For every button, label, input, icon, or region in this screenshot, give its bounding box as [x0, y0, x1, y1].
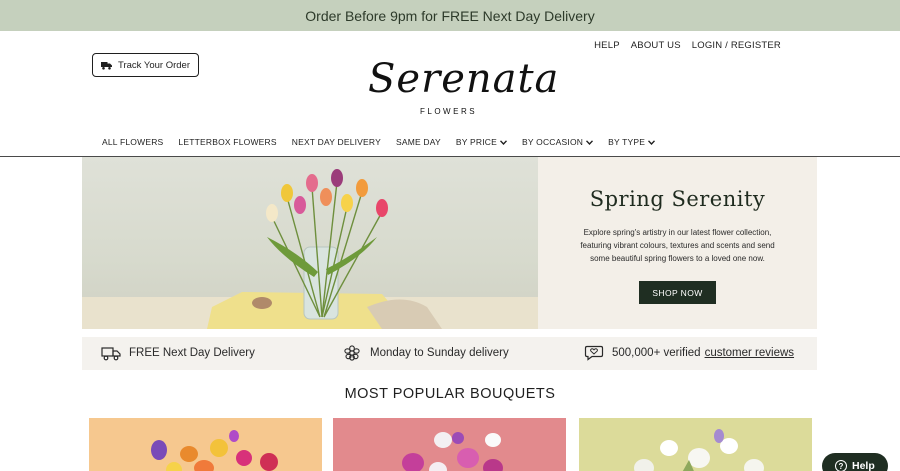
bouquet-card[interactable]: [579, 418, 812, 471]
nav-all-flowers[interactable]: ALL FLOWERS: [102, 137, 163, 147]
nav-next-day-delivery[interactable]: NEXT DAY DELIVERY: [292, 137, 381, 147]
bouquet-image: [634, 429, 764, 471]
usp-days-text: Monday to Sunday delivery: [370, 347, 509, 359]
truck-icon: [101, 61, 112, 70]
track-order-button[interactable]: Track Your Order: [92, 53, 199, 77]
help-button[interactable]: ? Help: [822, 453, 888, 471]
flower-icon: [344, 345, 360, 361]
promo-text: Order Before 9pm for FREE Next Day Deliv…: [305, 7, 595, 24]
nav-label: ALL FLOWERS: [102, 137, 164, 147]
usp-days: Monday to Sunday delivery: [342, 345, 509, 361]
usp-reviews: 500,000+ verified customer reviews: [584, 345, 794, 361]
nav-same-day[interactable]: SAME DAY: [396, 137, 441, 147]
usp-delivery: FREE Next Day Delivery: [101, 345, 255, 361]
serenata-logo[interactable]: Serenata FLOWERS: [360, 56, 558, 118]
logo-subtitle: FLOWERS: [420, 107, 478, 116]
nav-by-type[interactable]: BY TYPE: [608, 137, 656, 147]
hero-banner: Spring Serenity Explore spring's artistr…: [82, 157, 817, 329]
section-title: MOST POPULAR BOUQUETS: [344, 386, 556, 402]
hero-title: Spring Serenity: [589, 187, 766, 211]
nav-by-price[interactable]: BY PRICE: [455, 137, 508, 147]
customer-reviews-link[interactable]: customer reviews: [705, 347, 794, 359]
main-nav: ALL FLOWERS LETTERBOX FLOWERS NEXT DAY D…: [102, 137, 656, 147]
nav-label: BY TYPE: [608, 137, 646, 147]
top-links: HELP ABOUT US LOGIN / REGISTER: [594, 40, 781, 51]
chevron-down-icon: [500, 139, 508, 145]
track-order-label: Track Your Order: [118, 59, 190, 71]
shop-now-button[interactable]: SHOP NOW: [639, 281, 716, 304]
help-label: Help: [852, 460, 875, 471]
bouquet-image: [151, 430, 278, 471]
nav-label: BY OCCASION: [522, 137, 584, 147]
usp-delivery-text: FREE Next Day Delivery: [129, 347, 255, 359]
nav-label: SAME DAY: [395, 137, 441, 147]
help-link[interactable]: HELP: [594, 40, 620, 51]
bouquet-card[interactable]: [89, 418, 322, 471]
hero-panel: Spring Serenity Explore spring's artistr…: [538, 157, 817, 329]
nav-label: LETTERBOX FLOWERS: [178, 137, 277, 147]
bouquet-card[interactable]: [333, 418, 566, 471]
nav-label: BY PRICE: [455, 137, 498, 147]
bouquet-image: [402, 432, 503, 471]
usp-reviews-prefix: 500,000+ verified: [612, 347, 701, 359]
truck-icon: [101, 347, 121, 361]
nav-label: NEXT DAY DELIVERY: [291, 137, 381, 147]
review-chat-icon: [584, 345, 604, 361]
nav-by-occasion[interactable]: BY OCCASION: [522, 137, 594, 147]
tulip-vase-illustration: [82, 169, 538, 329]
hero-image-tulips[interactable]: [82, 157, 538, 329]
question-icon: ?: [835, 460, 847, 471]
login-register-link[interactable]: LOGIN / REGISTER: [692, 40, 781, 51]
chevron-down-icon: [586, 139, 594, 145]
nav-letterbox-flowers[interactable]: LETTERBOX FLOWERS: [178, 137, 276, 147]
usp-bar: FREE Next Day Delivery Monday to Sunday …: [82, 337, 817, 370]
hero-description: Explore spring's artistry in our latest …: [580, 228, 775, 263]
chevron-down-icon: [648, 139, 656, 145]
logo-script: Serenata: [368, 56, 560, 102]
about-us-link[interactable]: ABOUT US: [631, 40, 681, 51]
promo-bar: Order Before 9pm for FREE Next Day Deliv…: [0, 0, 900, 31]
